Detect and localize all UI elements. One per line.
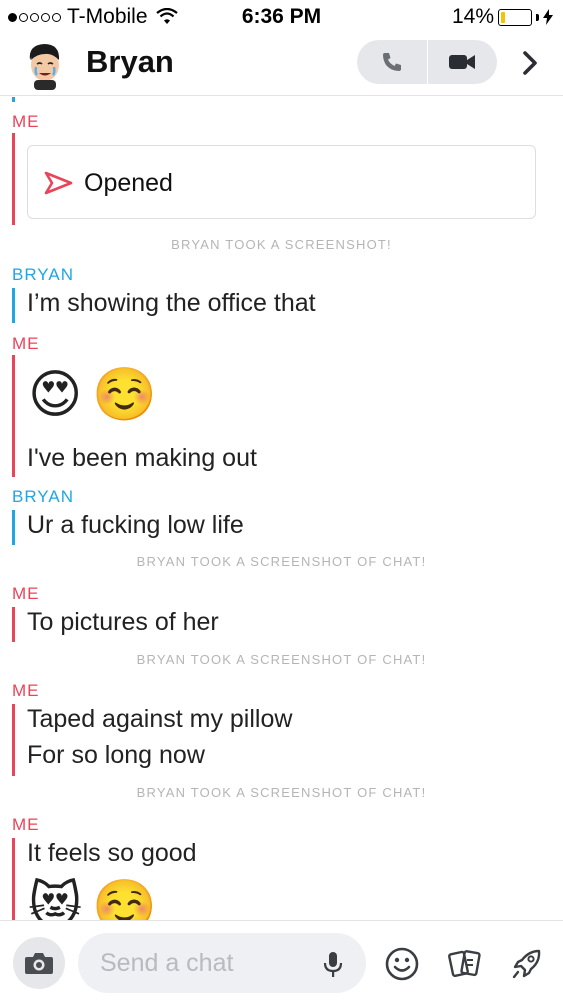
message-bar-bryan [12,288,15,323]
previous-message-bar [12,97,15,102]
bottom-bar [0,920,563,1000]
heart-eyes-emoji[interactable]: 😍 [28,365,82,425]
message-bar-bryan [12,510,15,545]
status-bar: T-Mobile 6:36 PM 14% [0,0,563,36]
stickers-button[interactable] [446,945,484,983]
opened-arrow-icon [44,171,73,195]
camera-button[interactable] [13,937,65,989]
screenshot-chat-notice: BRYAN TOOK A SCREENSHOT OF CHAT! [136,652,427,667]
message-text[interactable]: For so long now [27,741,205,770]
forward-button[interactable] [514,46,546,80]
sender-label-me: ME [12,112,40,131]
voice-call-button[interactable] [357,40,427,84]
video-camera-icon [449,55,476,69]
sender-label-bryan: BRYAN [12,265,75,284]
battery-tip [536,13,539,21]
battery-percent: 14% [451,5,494,28]
camera-icon [25,953,53,974]
message-text[interactable]: I’m showing the office that [27,289,316,318]
status-right: 14% [452,5,553,29]
smiling-blush-emoji[interactable]: ☺️ [92,365,157,425]
message-text[interactable]: I've been making out [27,444,257,473]
heart-eyes-cat-emoji[interactable]: 😻 [28,877,82,920]
screenshot-chat-notice: BRYAN TOOK A SCREENSHOT OF CHAT! [136,554,427,569]
message-bar-me [12,838,15,920]
message-bar-me [12,607,15,642]
message-text[interactable]: Ur a fucking low life [27,511,244,540]
opened-label: Opened [84,169,173,197]
sender-label-me: ME [12,681,40,700]
sender-label-me: ME [12,584,40,603]
smiley-icon [385,947,419,981]
chat-header: Bryan [0,36,563,96]
message-bar-me [12,704,15,776]
video-call-button[interactable] [428,40,498,84]
emoji-button[interactable] [383,945,421,983]
chat-area[interactable]: ME Opened BRYAN TOOK A SCREENSHOT! BRYAN… [0,97,563,920]
message-bar-me [12,355,15,477]
screenshot-notice: BRYAN TOOK A SCREENSHOT! [171,237,392,252]
rocket-icon [512,949,541,979]
charging-bolt-icon [543,9,553,25]
cards-icon [448,950,481,978]
bitmoji-avatar[interactable] [22,40,68,90]
battery-fill [501,11,505,23]
sender-label-me: ME [12,815,40,834]
message-text[interactable]: Taped against my pillow [27,705,292,734]
call-button-group [357,40,497,84]
chevron-right-icon [523,51,537,75]
message-bar-me [12,133,15,225]
message-text[interactable]: It feels so good [27,839,197,868]
sender-label-bryan: BRYAN [12,487,75,506]
message-text[interactable]: To pictures of her [27,608,219,637]
contact-name[interactable]: Bryan [86,44,174,80]
microphone-icon[interactable] [322,951,344,979]
battery-icon [498,8,532,26]
phone-icon [382,53,401,71]
smiling-blush-emoji[interactable]: ☺️ [92,877,157,920]
screenshot-chat-notice: BRYAN TOOK A SCREENSHOT OF CHAT! [136,785,427,800]
opened-snap-card[interactable]: Opened [27,145,536,219]
sender-label-me: ME [12,334,40,353]
games-button[interactable] [508,945,546,983]
